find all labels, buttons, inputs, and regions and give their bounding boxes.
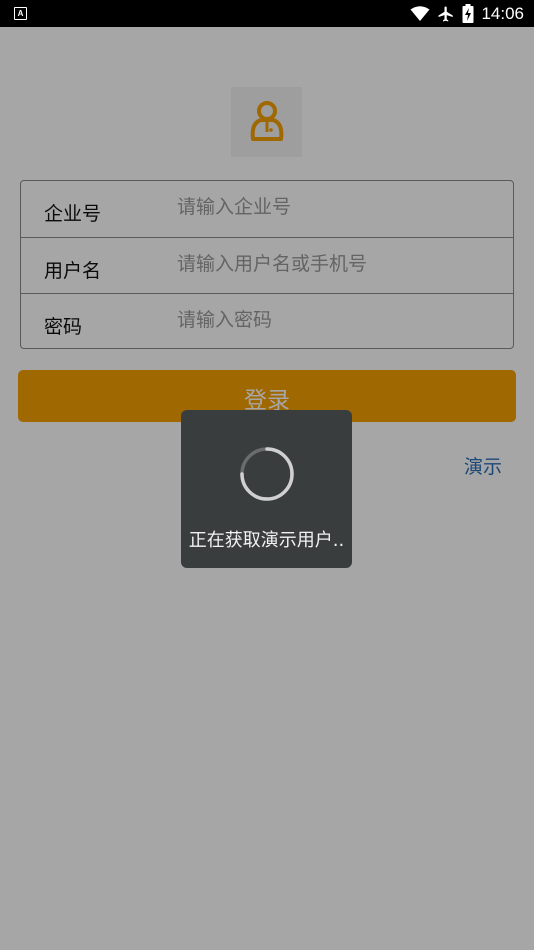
battery-charging-icon [462, 4, 474, 23]
progress-dialog: 正在获取演示用户.. [181, 410, 352, 568]
airplane-icon [438, 6, 454, 21]
clock: 14:06 [481, 3, 524, 23]
notification-icon: A [14, 7, 27, 20]
status-bar: A 14:06 [0, 0, 534, 27]
progress-message: 正在获取演示用户.. [188, 530, 345, 551]
wifi-icon [410, 5, 430, 21]
login-screen: A 14:06 企业号 请输入企业号 用户名 请输入用户名或手机号 密码 登录 … [0, 0, 534, 950]
loading-spinner-icon [240, 447, 294, 501]
